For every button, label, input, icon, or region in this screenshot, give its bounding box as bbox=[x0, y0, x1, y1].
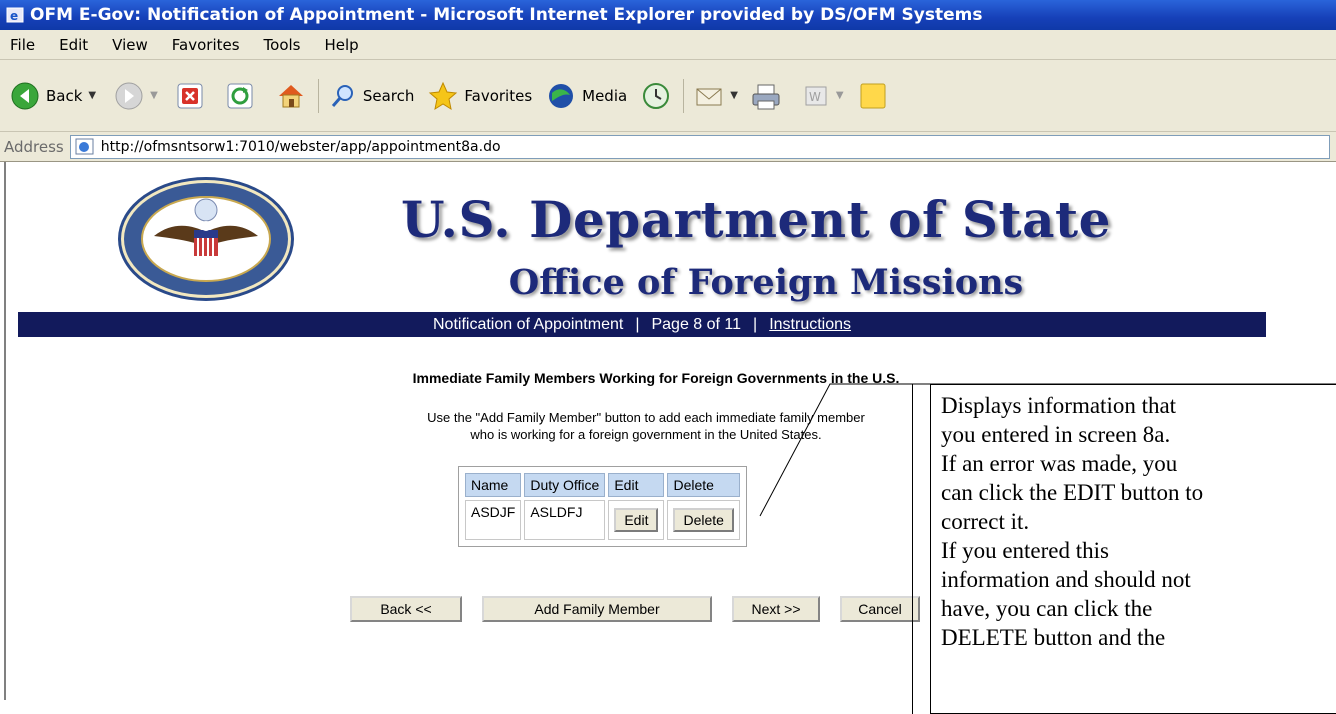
forward-button[interactable]: ▼ bbox=[114, 81, 158, 111]
ie-window-icon: e bbox=[6, 7, 24, 23]
forward-arrow-icon bbox=[115, 82, 143, 109]
mail-dropdown-icon[interactable]: ▼ bbox=[730, 90, 738, 101]
search-icon bbox=[331, 84, 353, 107]
favorites-button[interactable]: Favorites bbox=[428, 81, 532, 111]
callout-line: If an error was made, you bbox=[941, 451, 1178, 476]
menu-file[interactable]: File bbox=[10, 36, 35, 54]
svg-text:W: W bbox=[809, 90, 821, 104]
page-indicator: Page 8 of 11 bbox=[651, 315, 742, 333]
menu-bar: File Edit View Favorites Tools Help bbox=[0, 30, 1336, 60]
family-members-table: Name Duty Office Edit Delete ASDJF ASLDF… bbox=[458, 466, 747, 547]
back-dropdown-icon[interactable]: ▼ bbox=[88, 90, 96, 101]
history-button[interactable] bbox=[641, 81, 671, 111]
media-label: Media bbox=[582, 86, 628, 105]
print-button[interactable] bbox=[750, 81, 782, 111]
callout-line: can click the EDIT button to bbox=[941, 480, 1204, 505]
menu-edit[interactable]: Edit bbox=[59, 36, 88, 54]
browser-toolbar: Back ▼ ▼ Search Favorites Media ▼ W ▼ bbox=[0, 60, 1336, 132]
messenger-button[interactable] bbox=[858, 81, 888, 111]
section-title: Immediate Family Members Working for For… bbox=[412, 370, 900, 386]
word-edit-icon: W bbox=[805, 86, 827, 105]
history-icon bbox=[643, 82, 670, 109]
stop-icon bbox=[177, 83, 203, 108]
address-bar: Address http://ofmsntsorw1:7010/webster/… bbox=[0, 132, 1336, 162]
callout-line: Displays information that bbox=[941, 393, 1177, 418]
cell-duty-office: ASLDFJ bbox=[524, 500, 606, 540]
printer-icon bbox=[752, 84, 780, 109]
menu-view[interactable]: View bbox=[112, 36, 148, 54]
refresh-button[interactable] bbox=[226, 82, 254, 110]
callout-line: information and should not bbox=[941, 567, 1191, 592]
search-label: Search bbox=[362, 86, 415, 105]
window-title: OFM E-Gov: Notification of Appointment -… bbox=[30, 5, 983, 25]
toolbar-separator bbox=[683, 78, 685, 113]
menu-favorites[interactable]: Favorites bbox=[172, 36, 240, 54]
menu-tools[interactable]: Tools bbox=[264, 36, 301, 54]
instructions-line-2: who is working for a foreign government … bbox=[470, 427, 822, 442]
column-header-delete: Delete bbox=[667, 473, 740, 497]
column-header-duty-office: Duty Office bbox=[524, 473, 606, 497]
cancel-button[interactable]: Cancel bbox=[840, 596, 920, 622]
search-button[interactable]: Search bbox=[329, 82, 415, 110]
next-page-button[interactable]: Next >> bbox=[732, 596, 820, 622]
mail-icon bbox=[696, 88, 722, 105]
callout-line: DELETE button and the bbox=[941, 625, 1166, 650]
address-label: Address bbox=[4, 137, 64, 156]
page-nav-band: Notification of Appointment | Page 8 of … bbox=[18, 312, 1266, 337]
instructions-link[interactable]: Instructions bbox=[769, 316, 851, 334]
column-header-edit: Edit bbox=[608, 473, 665, 497]
toolbar-separator bbox=[317, 78, 319, 113]
form-name: Notification of Appointment bbox=[432, 315, 624, 333]
column-header-name: Name bbox=[465, 473, 522, 497]
back-button[interactable]: Back ▼ bbox=[10, 81, 96, 111]
page-title: U.S. Department of State bbox=[401, 190, 1111, 249]
window-titlebar: e OFM E-Gov: Notification of Appointment… bbox=[0, 0, 1336, 30]
home-button[interactable] bbox=[276, 81, 306, 111]
back-arrow-icon bbox=[11, 82, 39, 109]
callout-line: you entered in screen 8a. bbox=[941, 422, 1171, 447]
edit-button[interactable]: W ▼ bbox=[804, 83, 844, 109]
address-field[interactable]: http://ofmsntsorw1:7010/webster/app/appo… bbox=[69, 134, 1330, 159]
edit-dropdown-icon[interactable]: ▼ bbox=[836, 90, 844, 101]
department-seal-icon bbox=[118, 177, 294, 301]
page-icon bbox=[75, 138, 94, 154]
media-button[interactable]: Media bbox=[546, 81, 627, 111]
note-icon bbox=[860, 83, 886, 108]
annotation-callout: Displays information that you entered in… bbox=[930, 384, 1336, 714]
edit-row-button[interactable]: Edit bbox=[614, 508, 659, 532]
instructions-line-1: Use the "Add Family Member" button to ad… bbox=[427, 410, 865, 425]
callout-line: correct it. bbox=[941, 509, 1030, 534]
stop-button[interactable] bbox=[176, 82, 204, 110]
svg-text:e: e bbox=[10, 9, 18, 23]
menu-help[interactable]: Help bbox=[325, 36, 359, 54]
favorites-star-icon bbox=[429, 81, 458, 110]
refresh-icon bbox=[227, 83, 253, 108]
media-icon bbox=[549, 83, 574, 108]
delete-row-button[interactable]: Delete bbox=[673, 508, 734, 532]
callout-line: have, you can click the bbox=[941, 596, 1153, 621]
instructions-text: Use the "Add Family Member" button to ad… bbox=[306, 409, 986, 443]
page-subtitle: Office of Foreign Missions bbox=[508, 262, 1024, 303]
back-label: Back bbox=[46, 86, 83, 105]
callout-line: If you entered this bbox=[941, 538, 1109, 563]
home-icon bbox=[278, 84, 303, 107]
forward-dropdown-icon[interactable]: ▼ bbox=[150, 90, 158, 101]
cell-name: ASDJF bbox=[465, 500, 522, 540]
mail-button[interactable]: ▼ bbox=[694, 81, 738, 111]
table-row: ASDJF ASLDFJ Edit Delete bbox=[465, 500, 740, 540]
back-page-button[interactable]: Back << bbox=[350, 596, 462, 622]
address-url: http://ofmsntsorw1:7010/webster/app/appo… bbox=[100, 138, 501, 155]
favorites-label: Favorites bbox=[464, 86, 533, 105]
add-family-member-button[interactable]: Add Family Member bbox=[482, 596, 712, 622]
